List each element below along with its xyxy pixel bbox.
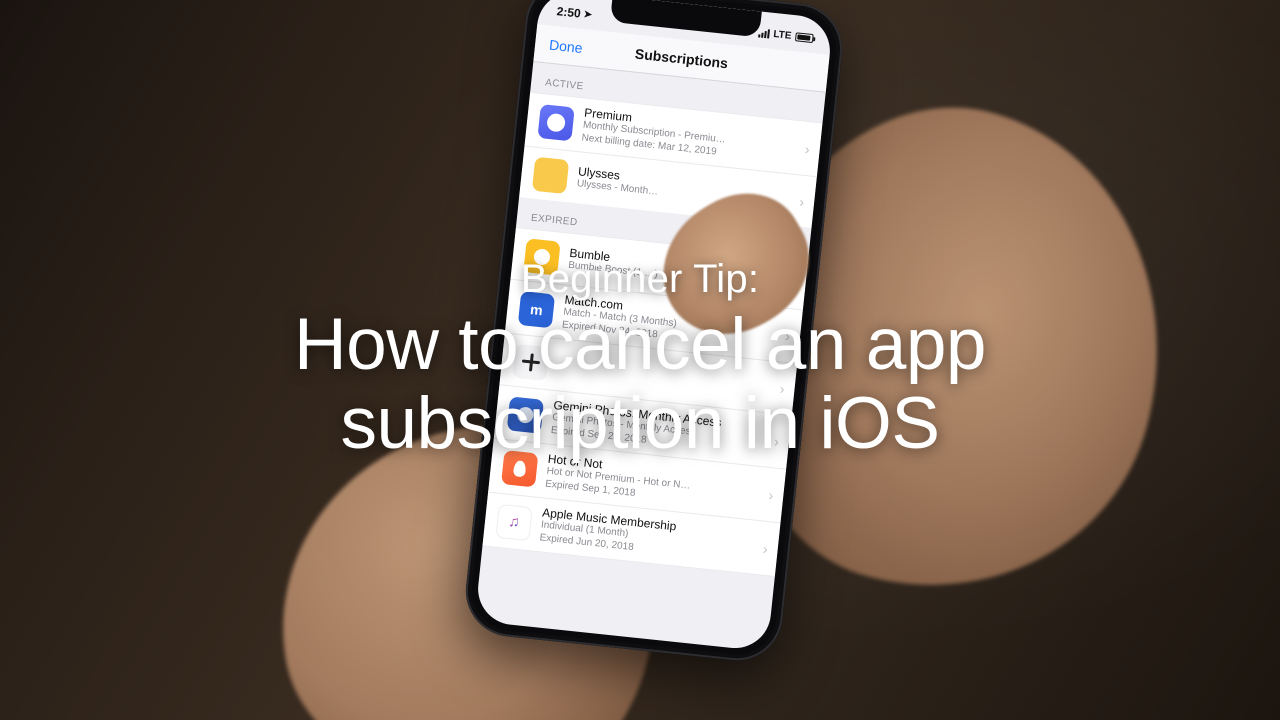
- app-icon: ♫: [495, 503, 532, 540]
- chevron-right-icon: ›: [799, 193, 805, 209]
- page-title: Subscriptions: [634, 45, 729, 71]
- chevron-right-icon: ›: [785, 327, 791, 343]
- row-title: [558, 365, 765, 387]
- carrier-label: LTE: [773, 28, 792, 41]
- app-icon: [512, 343, 549, 380]
- chevron-right-icon: ›: [804, 140, 810, 156]
- chevron-right-icon: ›: [762, 540, 768, 556]
- signal-icon: [758, 27, 770, 38]
- done-button[interactable]: Done: [548, 36, 583, 55]
- chevron-right-icon: ›: [779, 380, 785, 396]
- location-icon: ➤: [583, 8, 592, 20]
- app-icon: [523, 238, 560, 275]
- battery-icon: [795, 32, 814, 43]
- thumbnail-stage: 2:50 ➤ LTE Done Subscriptions ACTIVE: [0, 0, 1280, 720]
- app-icon: [501, 450, 538, 487]
- app-icon: [537, 104, 574, 141]
- iphone: 2:50 ➤ LTE Done Subscriptions ACTIVE: [461, 0, 846, 665]
- app-icon: [507, 396, 544, 433]
- chevron-right-icon: ›: [768, 486, 774, 502]
- row-subtitle: [558, 365, 765, 387]
- app-icon: [532, 156, 569, 193]
- subscriptions-list[interactable]: ACTIVE Premium Monthly Subscription - Pr…: [475, 62, 826, 652]
- app-icon: m: [518, 290, 555, 327]
- chevron-right-icon: ›: [774, 433, 780, 449]
- status-time: 2:50: [556, 4, 581, 20]
